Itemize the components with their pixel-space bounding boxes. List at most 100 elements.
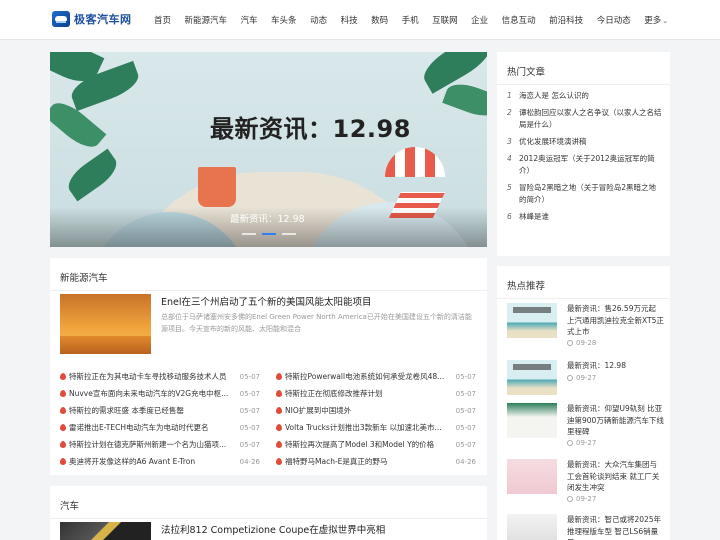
recommend-thumbnail[interactable] [507,360,557,395]
fire-icon [60,407,66,414]
recommend-item[interactable]: 最新资讯：仰望U9轨刻 比亚迪第900万辆新能源汽车下线 里程碑 09-27 [507,403,664,453]
date-text: 09-28 [576,339,597,347]
nav-frontier[interactable]: 前沿科技 [549,14,583,26]
fire-icon [276,458,282,465]
nav-mobile[interactable]: 手机 [402,14,419,26]
fire-icon [60,458,66,465]
carousel-dot[interactable] [282,233,296,235]
rank-number: 4 [507,154,512,163]
hot-item[interactable]: 2 谭松韵回应以家人之名争议（以家人之名结局是什么） [507,107,662,131]
nav-tech[interactable]: 科技 [341,14,358,26]
news-date: 05-07 [239,406,260,415]
news-item[interactable]: 奥迪将开发像这样的A6 Avant E-Tron 04-26 [60,453,260,470]
recommend-title[interactable]: 最新资讯：售26.59万元起 上汽通用凯迪拉克全新XT5正式上市 [567,303,664,338]
recommend-thumbnail[interactable] [507,514,557,540]
news-item[interactable]: 特斯拉计划在德克萨斯州新建一个名为山猫项... 05-07 [60,436,260,453]
news-date: 05-07 [455,440,476,449]
news-item[interactable]: Volta Trucks计划推出3款新车 以加速北美市... 05-07 [276,419,476,436]
hot-title[interactable]: 谭松韵回应以家人之名争议（以家人之名结局是什么） [519,107,662,131]
car-feature-title[interactable]: 法拉利812 Competizione Coupe在虚拟世界中亮相 [161,522,385,536]
news-item[interactable]: 特斯拉正在为其电动卡车寻找移动服务技术人员 05-07 [60,368,260,385]
fire-icon [60,373,66,380]
site-logo[interactable]: 极客汽车网 [52,9,132,29]
recommend-title[interactable]: 最新资讯：大众汽车集团与工会首轮谈判结束 就工厂关闭发生冲突 [567,459,664,494]
news-title[interactable]: 奥迪将开发像这样的A6 Avant E-Tron [69,456,229,467]
hot-item[interactable]: 3 优化发展环境演讲稿 [507,136,662,148]
news-date: 05-07 [455,372,476,381]
recommend-title[interactable]: 最新资讯：仰望U9轨刻 比亚迪第900万辆新能源汽车下线 里程碑 [567,403,664,438]
feature-desc: 总部位于马萨诸塞州安多佛的Enel Green Power North Amer… [161,313,472,333]
hot-title[interactable]: 2012奥运冠军（关于2012奥运冠军的简介） [519,153,662,177]
news-title[interactable]: 特斯拉正在为其电动卡车寻找移动服务技术人员 [69,371,229,382]
hot-item[interactable]: 4 2012奥运冠军（关于2012奥运冠军的简介） [507,153,662,177]
carousel-dot-active[interactable] [262,233,276,235]
news-title[interactable]: Volta Trucks计划推出3款新车 以加速北美市... [285,422,445,433]
date-text: 09-27 [576,495,597,503]
news-list-right: 特斯拉Powerwall电池系统如何承受龙卷风48... 05-07 特斯拉正在彻… [276,368,476,470]
nav-internet[interactable]: 互联网 [432,14,458,26]
recommend-thumbnail[interactable] [507,303,557,338]
news-title[interactable]: NIO扩展到中国境外 [285,405,445,416]
recommend-title[interactable]: 最新资讯：智己或将2025年推理程版车型 智己LS6销量目 [567,514,664,540]
hot-articles-section: 热门文章 1 海恋人是 怎么认识的 2 谭松韵回应以家人之名争议（以家人之名结局是什… [497,52,670,256]
feature-thumbnail[interactable] [60,294,151,354]
news-item[interactable]: 雷诺推出E-TECH电动汽车为电动时代更名 05-07 [60,419,260,436]
nav-interaction[interactable]: 信息互动 [502,14,536,26]
news-title[interactable]: 雷诺推出E-TECH电动汽车为电动时代更名 [69,422,229,433]
car-feature-thumbnail[interactable] [60,522,151,540]
nav-home[interactable]: 首页 [154,14,171,26]
section-title: 新能源汽车 [60,273,108,284]
recommend-title[interactable]: 最新资讯：12.98 [567,360,664,372]
banner-carousel[interactable]: 最新资讯：12.98 最新资讯：12.98 [50,52,487,247]
hot-title[interactable]: 林峰是谁 [519,211,549,223]
divider [50,290,487,291]
news-item[interactable]: 特斯拉Powerwall电池系统如何承受龙卷风48... 05-07 [276,368,476,385]
hot-item[interactable]: 6 林峰是谁 [507,211,662,223]
feature-title[interactable]: Enel在三个州启动了五个新的美国风能太阳能项目 [161,294,372,308]
news-title[interactable]: 特斯拉正在彻底修改推荐计划 [285,388,445,399]
banner-headline: 最新资讯：12.98 [210,115,411,143]
news-item[interactable]: 福特野马Mach-E是真正的野马 04-26 [276,453,476,470]
nav-more[interactable]: 更多 [644,14,668,26]
carousel-dot[interactable] [242,233,256,235]
hot-list: 1 海恋人是 怎么认识的 2 谭松韵回应以家人之名争议（以家人之名结局是什么） 3优… [507,90,662,228]
recommend-item[interactable]: 最新资讯：大众汽车集团与工会首轮谈判结束 就工厂关闭发生冲突 09-27 [507,459,662,509]
news-item[interactable]: Nuvve宣布面向未来电动汽车的V2G充电中枢... 05-07 [60,385,260,402]
car-logo-icon [52,11,70,27]
clock-icon [567,375,573,381]
news-title[interactable]: 福特野马Mach-E是真正的野马 [285,456,445,467]
news-title[interactable]: 特斯拉Powerwall电池系统如何承受龙卷风48... [285,371,445,382]
news-title[interactable]: Nuvve宣布面向未来电动汽车的V2G充电中枢... [69,388,229,399]
news-title[interactable]: 特斯拉计划在德克萨斯州新建一个名为山猫项... [69,439,229,450]
fire-icon [60,441,66,448]
nav-digital[interactable]: 数码 [371,14,388,26]
clock-icon [567,340,573,346]
news-item[interactable]: 特斯拉的需求旺盛 本季度已经售罄 05-07 [60,402,260,419]
news-title[interactable]: 特斯拉的需求旺盛 本季度已经售罄 [69,405,229,416]
recommend-date: 09-28 [567,339,596,347]
nav-today[interactable]: 今日动态 [597,14,631,26]
hot-title[interactable]: 海恋人是 怎么认识的 [519,90,589,102]
nav-enterprise[interactable]: 企业 [471,14,488,26]
hot-item[interactable]: 1 海恋人是 怎么认识的 [507,90,662,102]
fire-icon [276,424,282,431]
hot-title[interactable]: 优化发展环境演讲稿 [519,136,587,148]
news-item[interactable]: 特斯拉正在彻底修改推荐计划 05-07 [276,385,476,402]
nav-cars[interactable]: 汽车 [241,14,258,26]
news-title[interactable]: 特斯拉再次提高了Model 3和Model Y的价格 [285,439,445,450]
hot-title[interactable]: 冒险岛2黑暗之地（关于冒险岛2黑暗之地的简介） [519,182,662,206]
news-item[interactable]: 特斯拉再次提高了Model 3和Model Y的价格 05-07 [276,436,476,453]
hot-item[interactable]: 5 冒险岛2黑暗之地（关于冒险岛2黑暗之地的简介） [507,182,662,206]
new-energy-section: 新能源汽车 Enel在三个州启动了五个新的美国风能太阳能项目 总部位于马萨诸塞州… [50,258,487,475]
recommend-thumbnail[interactable] [507,403,557,438]
news-list-left: 特斯拉正在为其电动卡车寻找移动服务技术人员 05-07 Nuvve宣布面向未来电动… [60,368,260,470]
news-date: 05-07 [239,372,260,381]
nav-new-energy[interactable]: 新能源汽车 [185,14,228,26]
nav-headlines[interactable]: 车头条 [271,14,297,26]
banner-caption[interactable]: 最新资讯：12.98 [230,211,305,225]
recommend-item[interactable]: 最新资讯：智己或将2025年推理程版车型 智己LS6销量目 [507,514,662,540]
recommend-item[interactable]: 最新资讯：售26.59万元起 上汽通用凯迪拉克全新XT5正式上市 09-28 [507,303,664,353]
nav-news[interactable]: 动态 [310,14,327,26]
news-item[interactable]: NIO扩展到中国境外 05-07 [276,402,476,419]
recommend-thumbnail[interactable] [507,459,557,494]
